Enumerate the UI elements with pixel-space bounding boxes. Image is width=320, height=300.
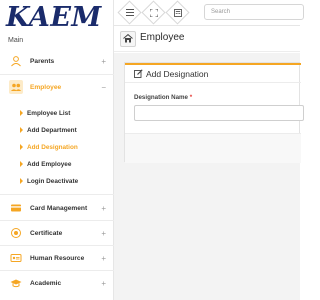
panel-footer bbox=[125, 133, 301, 163]
designation-name-label: Designation Name * bbox=[134, 94, 192, 101]
sidebar: KAEM Main Parents + Employee − Employee … bbox=[0, 0, 114, 300]
caret-right-icon bbox=[20, 110, 23, 116]
divider bbox=[0, 270, 114, 271]
sidebar-item-academic[interactable]: Academic + bbox=[0, 272, 114, 294]
sidebar-item-label: Certificate bbox=[30, 229, 63, 237]
sidebar-item-label: Parents bbox=[30, 57, 55, 65]
brand-logo[interactable]: KAEM bbox=[6, 2, 102, 33]
search-input[interactable]: Search bbox=[204, 4, 304, 20]
divider bbox=[0, 194, 114, 195]
expand-icon[interactable]: + bbox=[101, 254, 106, 263]
expand-icon[interactable]: + bbox=[101, 57, 106, 66]
home-button[interactable] bbox=[120, 31, 136, 47]
sidebar-item-card-management[interactable]: Card Management + bbox=[0, 197, 114, 219]
sidebar-item-employee[interactable]: Employee − bbox=[0, 76, 114, 98]
required-mark: * bbox=[189, 94, 193, 101]
certificate-icon bbox=[9, 226, 23, 240]
divider bbox=[0, 220, 114, 221]
designation-name-field[interactable] bbox=[134, 105, 304, 121]
submenu-item-add-department[interactable]: Add Department bbox=[20, 123, 77, 137]
divider bbox=[0, 74, 114, 75]
fullscreen-icon bbox=[145, 4, 162, 21]
users-icon bbox=[9, 80, 23, 94]
expand-icon[interactable]: + bbox=[101, 204, 106, 213]
add-designation-panel: Add Designation Designation Name * bbox=[124, 62, 304, 163]
submenu-label: Add Employee bbox=[27, 160, 72, 168]
graduation-cap-icon bbox=[9, 276, 23, 290]
submenu-label: Add Department bbox=[27, 126, 77, 134]
calculator-icon bbox=[169, 4, 186, 21]
submenu-label: Login Deactivate bbox=[27, 177, 79, 185]
breadcrumb: Employee bbox=[114, 28, 300, 52]
caret-right-icon bbox=[20, 144, 23, 150]
expand-icon[interactable]: + bbox=[101, 229, 106, 238]
divider bbox=[0, 245, 114, 246]
edit-icon bbox=[134, 65, 143, 83]
sidebar-item-certificate[interactable]: Certificate + bbox=[0, 222, 114, 244]
search-placeholder: Search bbox=[211, 9, 231, 15]
sidebar-item-label: Card Management bbox=[30, 204, 88, 212]
caret-right-icon bbox=[20, 161, 23, 167]
sidebar-item-label: Human Resource bbox=[30, 254, 85, 262]
submenu-item-login-deactivate[interactable]: Login Deactivate bbox=[20, 174, 78, 188]
caret-right-icon bbox=[20, 178, 23, 184]
sidebar-item-label: Employee bbox=[30, 83, 62, 91]
panel-title: Add Designation bbox=[146, 68, 209, 79]
submenu-label: Employee List bbox=[27, 109, 71, 117]
sidebar-section-label: Main bbox=[8, 37, 24, 44]
home-icon bbox=[123, 30, 133, 48]
sidebar-item-human-resource[interactable]: Human Resource + bbox=[0, 247, 114, 269]
panel-header: Add Designation bbox=[125, 63, 301, 83]
submenu-label: Add Designation bbox=[27, 143, 78, 151]
id-card-icon bbox=[9, 251, 23, 265]
menu-icon bbox=[121, 4, 138, 21]
topbar: Search bbox=[114, 0, 304, 26]
collapse-icon[interactable]: − bbox=[101, 83, 106, 92]
caret-right-icon bbox=[20, 127, 23, 133]
sidebar-item-parents[interactable]: Parents + bbox=[0, 50, 114, 72]
card-icon bbox=[9, 201, 23, 215]
submenu-item-add-designation[interactable]: Add Designation bbox=[20, 140, 78, 154]
submenu-item-add-employee[interactable]: Add Employee bbox=[20, 157, 71, 171]
designation-name-label-text: Designation Name bbox=[134, 94, 188, 101]
person-icon bbox=[9, 54, 23, 68]
submenu-item-employee-list[interactable]: Employee List bbox=[20, 106, 70, 120]
page-title: Employee bbox=[140, 32, 185, 43]
sidebar-item-label: Academic bbox=[30, 279, 62, 287]
expand-icon[interactable]: + bbox=[101, 279, 106, 288]
